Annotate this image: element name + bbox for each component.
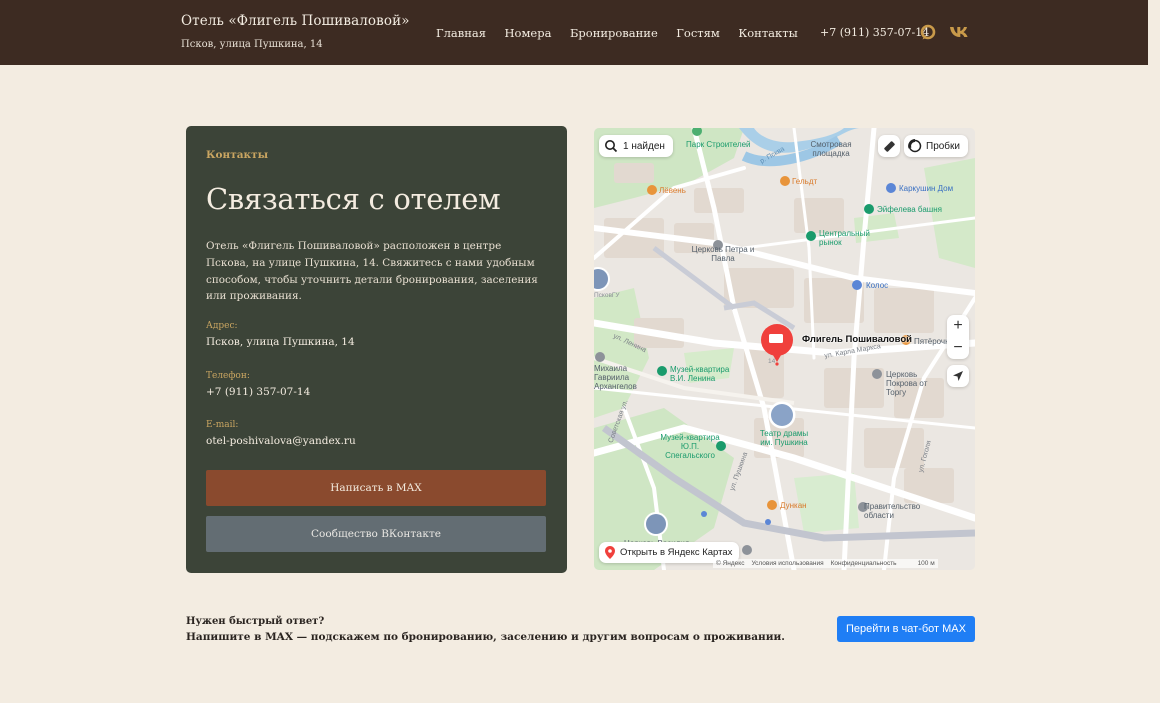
cta-text: Напишите в MAX — подскажем по бронирован… — [186, 631, 785, 643]
search-icon — [605, 140, 618, 153]
brand-subtitle: Псков, улица Пушкина, 14 — [181, 39, 323, 50]
terms-link[interactable]: Условия использования — [751, 560, 823, 567]
scrollbar-track — [1148, 0, 1160, 703]
address-label: Адрес: — [206, 321, 238, 331]
map-attribution: © Яндекс Условия использования Конфиденц… — [713, 559, 938, 568]
map-pin-icon — [605, 546, 615, 559]
map-label: Лёвень — [659, 186, 686, 195]
traffic-label: Пробки — [926, 140, 960, 152]
yandex-map[interactable]: Парк Строителей р. Псква Смотровая площа… — [594, 128, 975, 570]
map-label: Гельдт — [792, 177, 818, 186]
map-label: Михаила Гавриила Архангелов — [594, 364, 637, 391]
address-value: Псков, улица Пушкина, 14 — [206, 336, 355, 348]
vk-icon[interactable] — [949, 24, 971, 42]
ruler-button[interactable] — [878, 135, 900, 157]
map-label: Центральный рынок — [819, 229, 870, 247]
header-phone[interactable]: +7 (911) 357-07-14 — [820, 26, 929, 39]
nav-item-booking[interactable]: Бронирование — [570, 26, 658, 40]
section-eyebrow: Контакты — [206, 149, 269, 161]
zoom-out-button[interactable]: − — [947, 337, 969, 359]
phone-label: Телефон: — [206, 371, 250, 381]
geolocation-button[interactable] — [947, 365, 969, 387]
page-title: Связаться с отелем — [206, 182, 501, 216]
map-label: Колос — [866, 281, 889, 290]
nav-item-home[interactable]: Главная — [436, 26, 486, 40]
yandex-copyright[interactable]: © Яндекс — [716, 560, 744, 567]
zoom-in-button[interactable]: + — [947, 315, 969, 337]
map-label: Смотровая площадка — [810, 140, 852, 158]
nav-item-guests[interactable]: Гостям — [676, 26, 720, 40]
email-label: E-mail: — [206, 420, 239, 430]
map-label: Церковь Покрова от Торгу — [886, 370, 928, 397]
nav-item-contacts[interactable]: Контакты — [738, 26, 797, 40]
vk-community-button[interactable]: Сообщество ВКонтакте — [206, 516, 546, 552]
search-results-chip[interactable]: 1 найден — [599, 135, 673, 157]
main-nav: Главная Номера Бронирование Гостям Конта… — [436, 26, 816, 40]
max-icon[interactable] — [919, 23, 937, 41]
email-value[interactable]: otel-poshivalova@yandex.ru — [206, 435, 356, 447]
map-label: Каркушин Дом — [899, 184, 954, 193]
map-label: Дункан — [780, 501, 807, 510]
map-label: Театр драмы им. Пушкина — [759, 429, 809, 447]
traffic-icon — [908, 139, 922, 153]
results-count: 1 найден — [623, 140, 665, 152]
privacy-link[interactable]: Конфиденциальность — [831, 560, 897, 567]
open-yandex-maps-label: Открыть в Яндекс Картах — [620, 547, 733, 558]
map-label: Музей-квартира В.И. Ленина — [670, 365, 730, 383]
hotel-house-number: 14 — [768, 358, 776, 365]
max-chatbot-button[interactable]: Перейти в чат-бот MAX — [837, 616, 975, 642]
location-arrow-icon — [953, 371, 963, 381]
nav-item-rooms[interactable]: Номера — [505, 26, 552, 40]
cta-title: Нужен быстрый ответ? — [186, 616, 325, 627]
contact-card: Контакты Связаться с отелем Отель «Флиге… — [186, 126, 567, 573]
ruler-icon — [883, 140, 895, 152]
map-label: Музей-квартира Ю.П. Спегальского — [660, 433, 720, 460]
zoom-control: + − — [947, 315, 969, 359]
map-label: Правительство области — [864, 502, 921, 520]
brand-title[interactable]: Отель «Флигель Пошиваловой» — [181, 13, 410, 29]
map-label: Парк Строителей — [686, 140, 751, 149]
map-scale: 100 м — [917, 560, 935, 567]
map-label: Эйфелева башня — [877, 205, 942, 214]
site-header: Отель «Флигель Пошиваловой» Псков, улица… — [0, 0, 1148, 65]
map-label: Церковь Петра и Павла — [691, 245, 755, 263]
phone-value[interactable]: +7 (911) 357-07-14 — [206, 386, 310, 398]
hotel-map-label[interactable]: Флигель Пошиваловой — [802, 334, 912, 345]
traffic-toggle[interactable]: Пробки — [904, 135, 968, 157]
map-label: ПсковГУ — [594, 292, 620, 299]
write-max-button[interactable]: Написать в MAX — [206, 470, 546, 506]
contact-description: Отель «Флигель Пошиваловой» расположен в… — [206, 240, 538, 303]
